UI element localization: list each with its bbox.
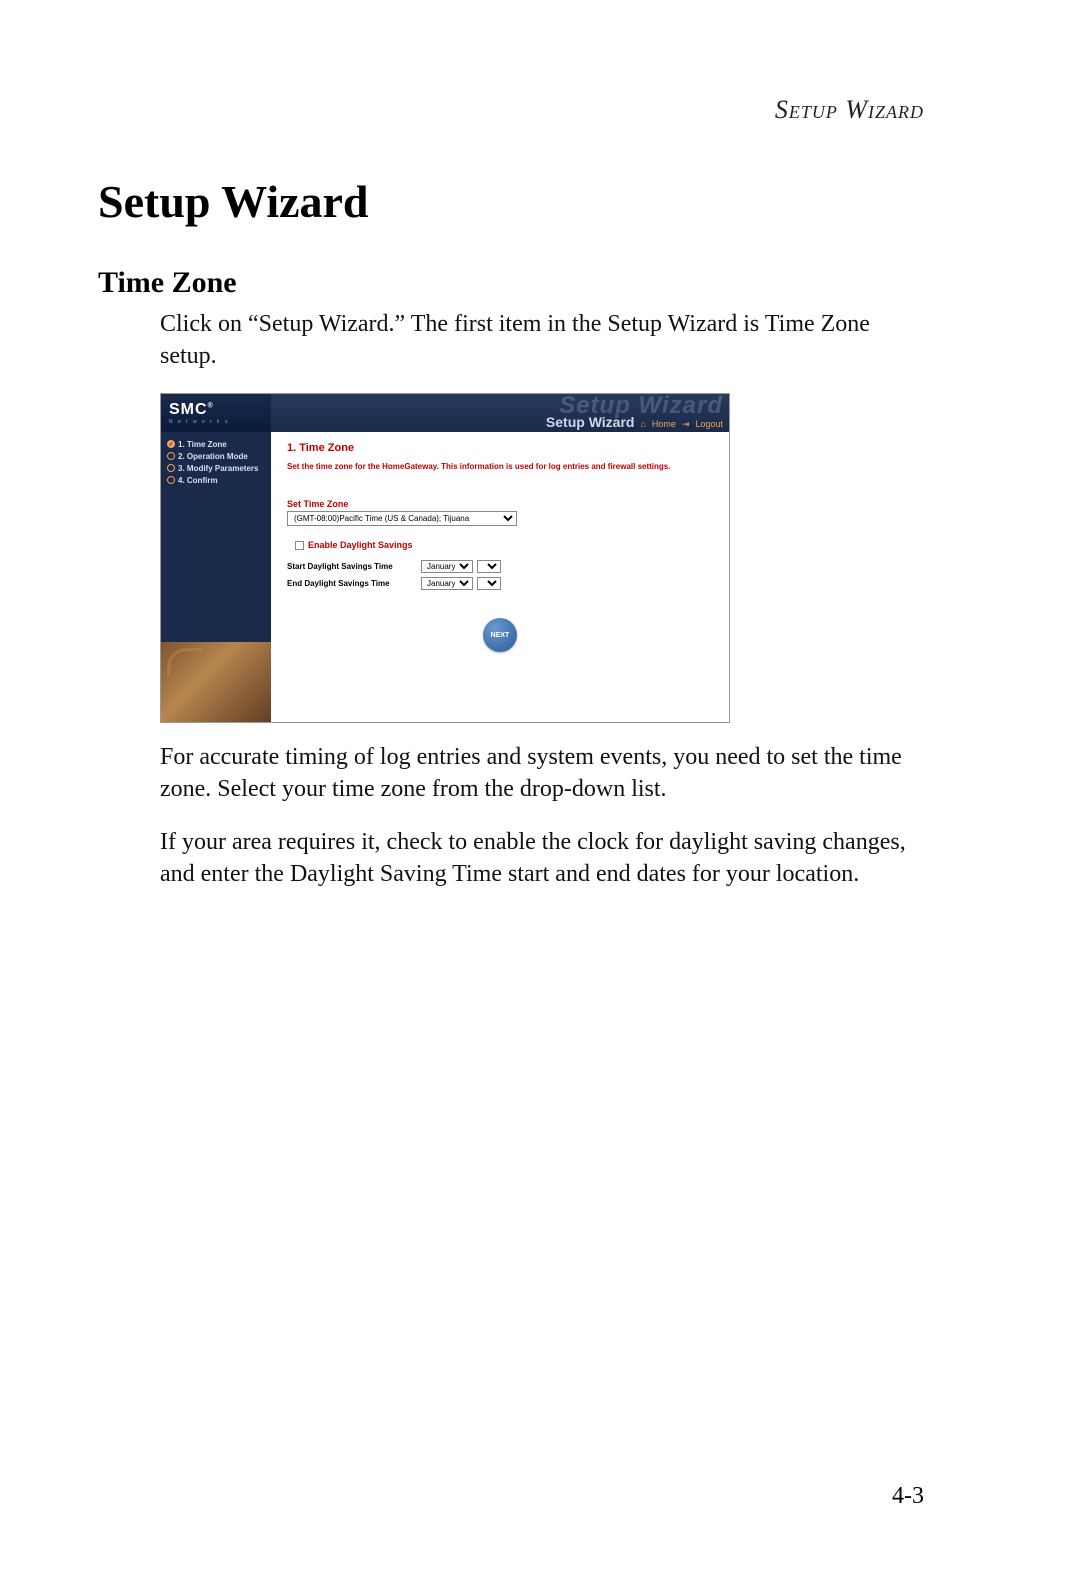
- dst-checkbox[interactable]: [295, 541, 304, 550]
- logo-text: SMC®: [169, 401, 271, 419]
- end-day-select[interactable]: 1: [477, 577, 501, 590]
- circle-icon: [167, 464, 175, 472]
- section-heading: Time Zone: [98, 266, 924, 300]
- logo-subtext: N e t w o r k s: [169, 419, 271, 425]
- wizard-main-panel: 1. Time Zone Set the time zone for the H…: [271, 432, 729, 722]
- next-label: NEXT: [491, 632, 510, 639]
- smc-logo: SMC® N e t w o r k s: [161, 394, 271, 432]
- home-icon: ⌂: [640, 419, 645, 429]
- panel-description: Set the time zone for the HomeGateway. T…: [287, 462, 713, 472]
- logout-icon: ⇥: [682, 419, 690, 430]
- paragraph-2: For accurate timing of log entries and s…: [160, 741, 924, 806]
- start-dst-label: Start Daylight Savings Time: [287, 562, 417, 571]
- logout-link[interactable]: Logout: [695, 419, 723, 429]
- set-timezone-label: Set Time Zone: [287, 499, 713, 509]
- start-day-select[interactable]: 1: [477, 560, 501, 573]
- start-dst-row: Start Daylight Savings Time January 1: [287, 560, 713, 573]
- panel-heading: 1. Time Zone: [287, 442, 713, 454]
- check-icon: ✓: [167, 440, 175, 448]
- step-2-operation-mode[interactable]: 2. Operation Mode: [167, 452, 265, 461]
- step-3-modify-parameters[interactable]: 3. Modify Parameters: [167, 464, 265, 473]
- breadcrumb: Setup Wizard ⌂ Home ⇥ Logout: [546, 414, 723, 430]
- step-label: 1. Time Zone: [178, 440, 227, 449]
- circle-icon: [167, 476, 175, 484]
- end-month-select[interactable]: January: [421, 577, 473, 590]
- dst-label: Enable Daylight Savings: [308, 540, 413, 550]
- step-4-confirm[interactable]: 4. Confirm: [167, 476, 265, 485]
- step-1-timezone[interactable]: ✓ 1. Time Zone: [167, 440, 265, 449]
- embedded-screenshot: SMC® N e t w o r k s Setup Wizard Setup …: [160, 393, 730, 723]
- page-title: Setup Wizard: [98, 175, 924, 228]
- paragraph-3: If your area requires it, check to enabl…: [160, 826, 924, 891]
- timezone-select[interactable]: (GMT-08:00)Pacific Time (US & Canada); T…: [287, 511, 517, 526]
- end-dst-label: End Daylight Savings Time: [287, 579, 417, 588]
- breadcrumb-main: Setup Wizard: [546, 414, 635, 430]
- step-label: 2. Operation Mode: [178, 452, 248, 461]
- circle-icon: [167, 452, 175, 460]
- page-header-right: Setup Wizard: [98, 95, 924, 125]
- step-label: 4. Confirm: [178, 476, 218, 485]
- ss-topbar: SMC® N e t w o r k s Setup Wizard Setup …: [161, 394, 729, 432]
- ss-body: ✓ 1. Time Zone 2. Operation Mode 3. Modi…: [161, 432, 729, 722]
- enable-dst-row[interactable]: Enable Daylight Savings: [295, 540, 713, 550]
- sidebar-decoration: [161, 642, 271, 722]
- wizard-steps: ✓ 1. Time Zone 2. Operation Mode 3. Modi…: [161, 432, 271, 496]
- page-number: 4-3: [892, 1483, 924, 1510]
- step-label: 3. Modify Parameters: [178, 464, 258, 473]
- wizard-sidebar: ✓ 1. Time Zone 2. Operation Mode 3. Modi…: [161, 432, 271, 722]
- ss-titlebar: Setup Wizard Setup Wizard ⌂ Home ⇥ Logou…: [271, 394, 729, 432]
- end-dst-row: End Daylight Savings Time January 1: [287, 577, 713, 590]
- next-button[interactable]: NEXT: [483, 618, 517, 652]
- home-link[interactable]: Home: [652, 419, 676, 429]
- start-month-select[interactable]: January: [421, 560, 473, 573]
- paragraph-intro: Click on “Setup Wizard.” The first item …: [160, 308, 924, 373]
